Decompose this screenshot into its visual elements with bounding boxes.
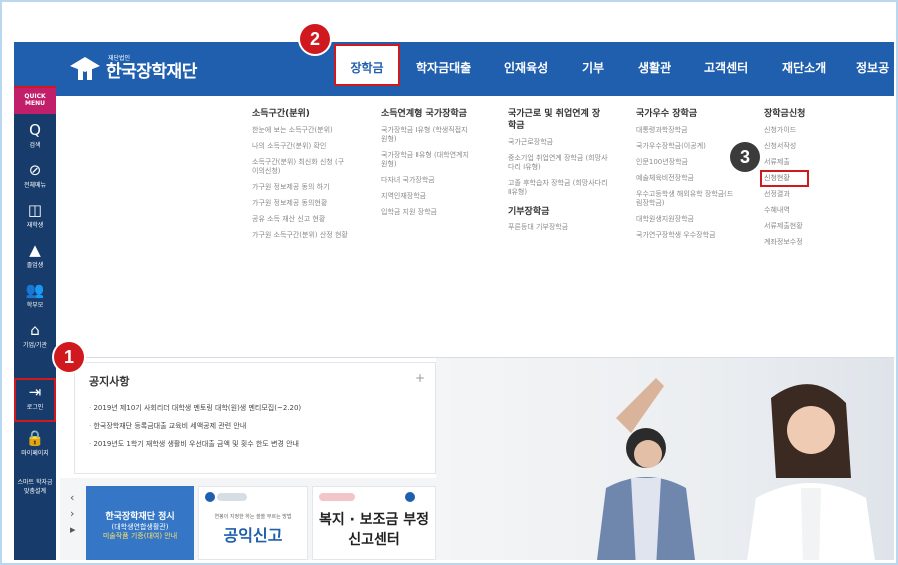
menu-link[interactable]: 서류제출 [764, 158, 805, 167]
book-icon: ◫ [27, 201, 43, 219]
quick-menu: QUICK MENU Q 검색 ⊘ 전체메뉴 ◫ 재학생 ▲ 졸업생 👥 학부모… [14, 86, 56, 560]
menu-link[interactable]: 가구원 소득구간(분위) 산정 현황 [252, 231, 352, 240]
menu-link[interactable]: 수혜내역 [764, 206, 805, 215]
nav-loan[interactable]: 학자금대출 [416, 59, 471, 76]
menu-link[interactable]: 공유 소득 재산 신고 현황 [252, 215, 352, 224]
hero-photo [436, 358, 894, 560]
graduation-icon: ▲ [29, 241, 41, 259]
menu-link[interactable]: 신청가이드 [764, 126, 805, 135]
quick-all-menu[interactable]: ⊘ 전체메뉴 [14, 162, 56, 189]
menu-link[interactable]: 입학금 지원 장학금 [381, 208, 471, 217]
menu-link[interactable]: 국가연구장학생 우수장학금 [636, 231, 736, 240]
menu-link[interactable]: 다자녀 국가장학금 [381, 176, 471, 185]
nav-scholarship-active[interactable]: 장학금 [334, 44, 400, 86]
menu-link[interactable]: 대통령과학장학금 [636, 126, 736, 135]
banner-public-interest-report[interactable]: 연봉이 지정한 하는 쏠쏠 부르는 방법 공익신고 [198, 486, 308, 560]
menu-col-national-merit: 국가우수 장학금 대통령과학장학금 국가우수장학금(이공계) 인문100년장학금… [636, 108, 736, 247]
nav-about[interactable]: 재단소개 [782, 59, 826, 76]
banner-logo-icon [319, 493, 355, 501]
bank-icon: ⌂ [30, 321, 40, 339]
menu-link[interactable]: 국가장학금 Ⅱ유형 (대학연계지원형) [381, 151, 471, 169]
menu-link[interactable]: 대학원생지원장학금 [636, 215, 736, 224]
menu-link[interactable]: 가구원 정보제공 동의현황 [252, 199, 352, 208]
gov-logo-icon [405, 492, 415, 502]
menu-link[interactable]: 우수고등학생 해외유학 장학금(드림장학금) [636, 190, 736, 208]
quick-login[interactable]: ⇥ 로그인 [14, 378, 56, 422]
nav-dormitory[interactable]: 생활관 [638, 59, 671, 76]
menu-col-work-employment: 국가근로 및 취업연계 장학금 국가근로장학금 중소기업 취업연계 장학금 (희… [508, 109, 608, 232]
main-header: 재단법인 한국장학재단 장학금 학자금대출 인재육성 기부 생활관 고객센터 재… [14, 42, 894, 96]
menu-link[interactable]: 계좌정보수정 [764, 238, 805, 247]
student-photo-right [747, 384, 875, 560]
menu-link[interactable]: 가구원 정보제공 동의 하기 [252, 183, 352, 192]
menu-link[interactable]: 지역인재장학금 [381, 192, 471, 201]
menu-link[interactable]: 선정결과 [764, 190, 805, 199]
nav-donation[interactable]: 기부 [582, 59, 604, 76]
student-photo-left [597, 378, 695, 560]
people-icon: 👥 [25, 281, 45, 299]
menu-link[interactable]: 예술체육비전장학금 [636, 174, 736, 183]
menu-col-apply: 장학금신청 신청가이드 신청서작성 서류제출 신청현황 선정결과 수혜내역 서류… [759, 109, 810, 247]
banner-dorm-art[interactable]: 한국장학재단 정시 (대학생연합생활관) 미술작품 기증(대여) 안내 [86, 486, 194, 560]
quick-search[interactable]: Q 검색 [14, 122, 56, 149]
compass-icon: ⊘ [28, 161, 42, 179]
nav-talent[interactable]: 인재육성 [504, 59, 548, 76]
menu-link[interactable]: 중소기업 취업연계 장학금 (희망사다리 Ⅰ유형) [508, 154, 608, 172]
gov-logo-icon [205, 492, 215, 502]
menu-link[interactable]: 푸른등대 기부장학금 [508, 223, 608, 232]
notice-list: 2019년 제10기 사회리더 대학생 멘토링 대학(원)생 멘티모집(~2.2… [89, 403, 301, 457]
prev-arrow-icon[interactable]: ‹ [70, 490, 76, 506]
menu-link[interactable]: 인문100년장학금 [636, 158, 736, 167]
quick-mypage[interactable]: 🔒 마이페이지 [14, 430, 56, 457]
scholarship-mega-menu: 소득구간(분위) 한눈에 보는 소득구간(분위) 나의 소득구간(분위) 확인 … [56, 96, 894, 358]
notice-panel: 공지사항 + 2019년 제10기 사회리더 대학생 멘토링 대학(원)생 멘티… [74, 362, 436, 474]
lock-icon: 🔒 [25, 429, 45, 447]
step-marker-1: 1 [54, 342, 84, 372]
notice-title: 공지사항 [89, 375, 130, 388]
menu-link[interactable]: 소득구간(분위) 최신화 신청 (구 이의신청) [252, 158, 352, 176]
site-logo[interactable]: 재단법인 한국장학재단 [68, 50, 197, 86]
play-icon[interactable]: ▸ [70, 522, 76, 538]
nav-info-disclosure[interactable]: 정보공 [856, 59, 889, 76]
notice-more-button[interactable]: + [415, 371, 425, 385]
menu-link[interactable]: 고졸 후학습자 장학금 (희망사다리 Ⅱ유형) [508, 179, 608, 197]
notice-item[interactable]: 2019년도 1학기 재학생 생활비 우선대출 금액 및 횟수 한도 변경 안내 [89, 439, 301, 449]
next-arrow-icon[interactable]: › [70, 506, 76, 522]
logo-subtitle: 재단법인 [108, 54, 131, 62]
menu-link-application-status[interactable]: 신청현황 [759, 170, 810, 187]
step-marker-2: 2 [300, 24, 330, 54]
menu-col-income-linked: 소득연계형 국가장학금 국가장학금 Ⅰ유형 (학생직접지원형) 국가장학금 Ⅱ유… [381, 108, 471, 224]
browser-top-area [2, 2, 896, 42]
quick-smart-design[interactable]: 스마트 학자금 맞춤설계 [14, 476, 56, 496]
menu-link[interactable]: 한눈에 보는 소득구간(분위) [252, 126, 352, 135]
quick-company[interactable]: ⌂ 기업/기관 [14, 322, 56, 349]
quick-parents[interactable]: 👥 학부모 [14, 282, 56, 309]
gov-logo-text-icon [217, 493, 247, 501]
menu-link[interactable]: 국가장학금 Ⅰ유형 (학생직접지원형) [381, 126, 471, 144]
graduation-cap-logo-icon [68, 55, 102, 81]
login-icon: ⇥ [28, 383, 42, 401]
nav-scholarship-label: 장학금 [350, 61, 384, 75]
menu-subheading: 기부장학금 [508, 207, 550, 217]
menu-link[interactable]: 국가근로장학금 [508, 138, 608, 147]
quick-menu-title: QUICK MENU [14, 88, 56, 114]
menu-col-income-bracket: 소득구간(분위) 한눈에 보는 소득구간(분위) 나의 소득구간(분위) 확인 … [252, 108, 352, 247]
quick-student[interactable]: ◫ 재학생 [14, 202, 56, 229]
menu-link[interactable]: 신청서작성 [764, 142, 805, 151]
notice-item[interactable]: 한국장학재단 등록금대출 교육비 세액공제 관련 안내 [89, 421, 301, 431]
nav-customer-center[interactable]: 고객센터 [704, 59, 748, 76]
menu-link[interactable]: 나의 소득구간(분위) 확인 [252, 142, 352, 151]
step-marker-3: 3 [730, 142, 760, 172]
menu-link[interactable]: 서류제출현황 [764, 222, 805, 231]
menu-link[interactable]: 국가우수장학금(이공계) [636, 142, 736, 151]
logo-title: 한국장학재단 [106, 61, 197, 82]
quick-graduate[interactable]: ▲ 졸업생 [14, 242, 56, 269]
banner-controls: ‹ › ▸ [70, 490, 76, 538]
banner-welfare-fraud-report[interactable]: 복지 · 보조금 부정 신고센터 [312, 486, 436, 560]
search-icon: Q [29, 121, 41, 139]
notice-item[interactable]: 2019년 제10기 사회리더 대학생 멘토링 대학(원)생 멘티모집(~2.2… [89, 403, 301, 413]
